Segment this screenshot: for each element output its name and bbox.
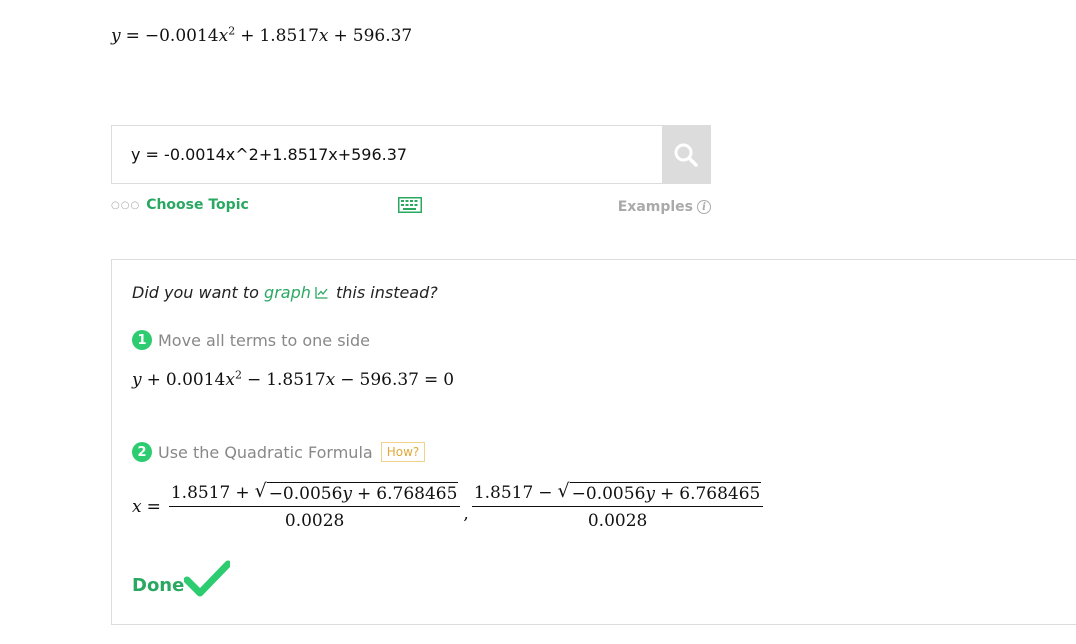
numerator-op: + bbox=[235, 483, 250, 503]
graph-icon[interactable] bbox=[315, 284, 328, 303]
examples-link[interactable]: Examples i bbox=[618, 199, 711, 215]
solution-card: Did you want to graph this instead? 1 Mo… bbox=[111, 259, 1076, 625]
radicand-plus: + bbox=[660, 484, 675, 504]
search-icon bbox=[674, 143, 698, 167]
search-button[interactable] bbox=[662, 126, 710, 183]
fraction-minus: 1.8517− √ −0.0056y +6.768465 0.0028 bbox=[471, 482, 764, 531]
eq-exponent: 2 bbox=[228, 24, 236, 38]
fraction-denominator: 0.0028 bbox=[587, 511, 648, 531]
radical-sign-icon: √ bbox=[557, 480, 570, 502]
fraction-numerator: 1.8517− √ −0.0056y +6.768465 bbox=[471, 482, 764, 507]
graph-prompt-after: this instead? bbox=[335, 283, 438, 302]
eq-var-x: x bbox=[225, 370, 235, 390]
eq-term2: 1.8517 bbox=[266, 370, 326, 390]
search-input[interactable] bbox=[112, 126, 662, 183]
fraction-plus: 1.8517 + √ −0.0056y +6.768465 0.0028 bbox=[168, 482, 461, 531]
radical-sign-icon: √ bbox=[254, 480, 267, 502]
fraction-denominator: 0.0028 bbox=[284, 511, 345, 531]
eq-term1: −0.0014 bbox=[144, 26, 219, 46]
eq-term2: 1.8517 bbox=[259, 26, 319, 46]
eq-equals: = bbox=[424, 370, 439, 390]
eq-minus: − bbox=[246, 370, 262, 390]
info-icon: i bbox=[697, 200, 711, 214]
radicand-coef: −0.0056 bbox=[571, 484, 646, 504]
radicand-plus: + bbox=[357, 484, 372, 504]
formula-var-x: x bbox=[132, 496, 142, 517]
header-equation: y = −0.0014x2 +1.8517x +596.37 bbox=[111, 24, 413, 46]
eq-var-y: y bbox=[111, 26, 121, 46]
step-number-badge: 1 bbox=[132, 330, 152, 350]
radicand-coef: −0.0056 bbox=[268, 484, 343, 504]
radicand: −0.0056y +6.768465 bbox=[266, 482, 459, 504]
examples-label: Examples bbox=[617, 199, 693, 215]
eq-rhs: 0 bbox=[443, 370, 455, 390]
step-number-badge: 2 bbox=[132, 442, 152, 462]
eq-term1: 0.0014 bbox=[165, 370, 226, 390]
square-root: √ −0.0056y +6.768465 bbox=[255, 482, 459, 504]
radicand-const: 6.768465 bbox=[376, 484, 458, 504]
step-1-equation: y +0.0014x2−1.8517x −596.37 = 0 bbox=[132, 368, 455, 390]
keyboard-icon[interactable] bbox=[398, 197, 422, 217]
step-2-header: 2 Use the Quadratic Formula How? bbox=[132, 442, 426, 462]
graph-prompt-before: Did you want to bbox=[132, 283, 259, 302]
done-row: Done bbox=[132, 560, 231, 600]
numerator-constant: 1.8517 bbox=[473, 483, 534, 503]
done-label: Done bbox=[132, 575, 185, 596]
search-box bbox=[111, 125, 711, 184]
quadratic-formula: x = 1.8517 + √ −0.0056y +6.768465 0.0028 , 1… bbox=[132, 482, 766, 531]
graph-link[interactable]: graph bbox=[264, 283, 311, 302]
radicand-const: 6.768465 bbox=[679, 484, 761, 504]
step-title: Use the Quadratic Formula bbox=[158, 442, 373, 462]
formula-equals: = bbox=[146, 496, 161, 517]
fraction-numerator: 1.8517 + √ −0.0056y +6.768465 bbox=[168, 482, 461, 507]
numerator-constant: 1.8517 bbox=[170, 483, 231, 503]
choose-topic-label: Choose Topic bbox=[146, 197, 249, 213]
eq-equals: = bbox=[125, 26, 140, 46]
eq-var-x: x bbox=[318, 26, 329, 46]
eq-plus: + bbox=[333, 26, 348, 46]
eq-term3: 596.37 bbox=[359, 370, 419, 390]
topic-dots-icon: ○○○ bbox=[111, 199, 141, 211]
graph-prompt: Did you want to graph this instead? bbox=[132, 283, 438, 303]
step-title: Move all terms to one side bbox=[158, 330, 370, 350]
choose-topic-button[interactable]: ○○○ Choose Topic bbox=[111, 197, 249, 213]
eq-plus: + bbox=[240, 26, 255, 46]
eq-exponent: 2 bbox=[234, 368, 242, 382]
numerator-op: − bbox=[538, 483, 553, 503]
how-button[interactable]: How? bbox=[380, 442, 426, 462]
eq-var-x: x bbox=[325, 370, 336, 390]
square-root: √ −0.0056y +6.768465 bbox=[558, 482, 762, 504]
eq-minus: − bbox=[340, 370, 355, 390]
formula-separator: , bbox=[463, 503, 469, 524]
eq-term3: 596.37 bbox=[352, 26, 413, 46]
step-1-header: 1 Move all terms to one side bbox=[132, 330, 370, 350]
eq-var-y: y bbox=[132, 370, 142, 390]
radicand-var: y bbox=[645, 484, 655, 504]
radicand-var: y bbox=[342, 484, 353, 504]
checkmark-icon bbox=[184, 560, 231, 597]
eq-plus: + bbox=[146, 370, 161, 390]
radicand: −0.0056y +6.768465 bbox=[569, 482, 762, 504]
search-toolbar: ○○○ Choose Topic Examples i bbox=[111, 197, 711, 219]
eq-var-x: x bbox=[218, 26, 229, 46]
